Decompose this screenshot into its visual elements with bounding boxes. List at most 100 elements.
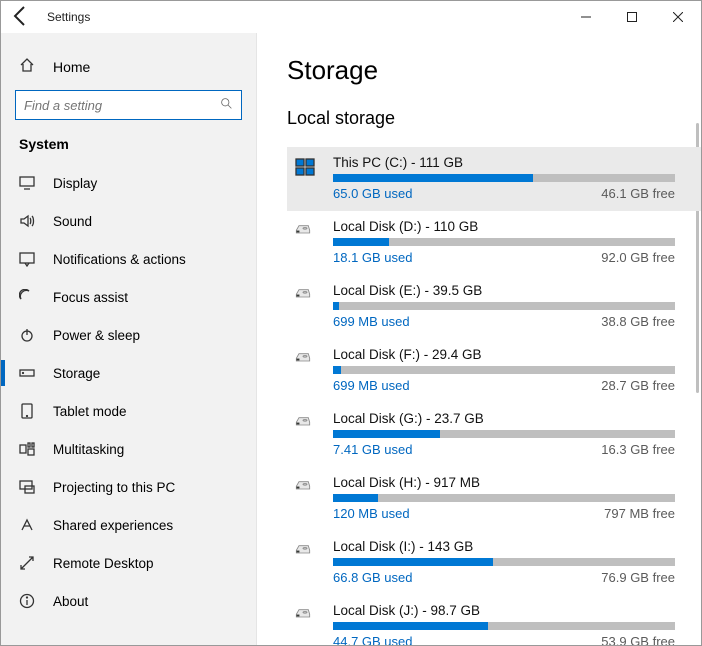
sidebar-item-storage[interactable]: Storage: [1, 354, 256, 392]
usage-bar: [333, 430, 675, 438]
maximize-button[interactable]: [609, 1, 655, 33]
disk-icon: [295, 413, 319, 437]
sidebar-item-shared-experiences[interactable]: Shared experiences: [1, 506, 256, 544]
drive-name: Local Disk (H:) - 917 MB: [333, 475, 675, 490]
disk-icon: [295, 285, 319, 309]
sidebar-item-label: About: [53, 594, 88, 609]
sidebar: Home System Display Sound: [1, 33, 257, 645]
close-button[interactable]: [655, 1, 701, 33]
free-label: 16.3 GB free: [601, 442, 675, 457]
usage-bar: [333, 302, 675, 310]
used-label: 120 MB used: [333, 506, 410, 521]
sidebar-item-notifications[interactable]: Notifications & actions: [1, 240, 256, 278]
drive-list: This PC (C:) - 111 GB 65.0 GB used 46.1 GB…: [287, 147, 701, 645]
drive-row[interactable]: Local Disk (F:) - 29.4 GB 699 MB used 28.7…: [287, 339, 701, 403]
drive-row[interactable]: Local Disk (E:) - 39.5 GB 699 MB used 38.8…: [287, 275, 701, 339]
search-box[interactable]: [15, 90, 242, 120]
used-label: 699 MB used: [333, 314, 410, 329]
search-input[interactable]: [24, 98, 220, 113]
sidebar-item-tablet-mode[interactable]: Tablet mode: [1, 392, 256, 430]
sidebar-item-label: Display: [53, 176, 97, 191]
sidebar-item-label: Power & sleep: [53, 328, 140, 343]
storage-icon: [19, 365, 35, 381]
drive-name: Local Disk (J:) - 98.7 GB: [333, 603, 675, 618]
disk-icon: [295, 605, 319, 629]
home-icon: [19, 57, 35, 76]
projecting-icon: [19, 479, 35, 495]
used-label: 699 MB used: [333, 378, 410, 393]
sidebar-item-label: Remote Desktop: [53, 556, 154, 571]
disk-icon: [295, 349, 319, 373]
focus-assist-icon: [19, 289, 35, 305]
sidebar-item-projecting[interactable]: Projecting to this PC: [1, 468, 256, 506]
tablet-icon: [19, 403, 35, 419]
usage-bar: [333, 622, 675, 630]
sidebar-item-label: Multitasking: [53, 442, 124, 457]
drive-name: Local Disk (E:) - 39.5 GB: [333, 283, 675, 298]
sidebar-item-label: Focus assist: [53, 290, 128, 305]
usage-bar: [333, 558, 675, 566]
drive-name: Local Disk (I:) - 143 GB: [333, 539, 675, 554]
drive-name: This PC (C:) - 111 GB: [333, 155, 675, 170]
sidebar-item-sound[interactable]: Sound: [1, 202, 256, 240]
sidebar-item-remote-desktop[interactable]: Remote Desktop: [1, 544, 256, 582]
used-label: 18.1 GB used: [333, 250, 413, 265]
drive-row[interactable]: Local Disk (H:) - 917 MB 120 MB used 797 M…: [287, 467, 701, 531]
drive-row[interactable]: Local Disk (D:) - 110 GB 18.1 GB used 92.0…: [287, 211, 701, 275]
disk-icon: [295, 541, 319, 565]
power-icon: [19, 327, 35, 343]
drive-row[interactable]: Local Disk (J:) - 98.7 GB 44.7 GB used 53.…: [287, 595, 701, 645]
usage-bar: [333, 366, 675, 374]
drive-name: Local Disk (D:) - 110 GB: [333, 219, 675, 234]
sidebar-item-label: Shared experiences: [53, 518, 173, 533]
section-title: Local storage: [287, 108, 701, 129]
page-title: Storage: [287, 55, 701, 86]
free-label: 797 MB free: [604, 506, 675, 521]
free-label: 53.9 GB free: [601, 634, 675, 645]
home-button[interactable]: Home: [1, 49, 256, 90]
window-title: Settings: [47, 10, 90, 24]
drive-row[interactable]: Local Disk (I:) - 143 GB 66.8 GB used 76.9…: [287, 531, 701, 595]
usage-bar: [333, 174, 675, 182]
used-label: 44.7 GB used: [333, 634, 413, 645]
drive-name: Local Disk (G:) - 23.7 GB: [333, 411, 675, 426]
free-label: 38.8 GB free: [601, 314, 675, 329]
free-label: 28.7 GB free: [601, 378, 675, 393]
sidebar-item-about[interactable]: About: [1, 582, 256, 620]
sidebar-item-label: Projecting to this PC: [53, 480, 175, 495]
about-icon: [19, 593, 35, 609]
used-label: 7.41 GB used: [333, 442, 413, 457]
used-label: 66.8 GB used: [333, 570, 413, 585]
usage-bar: [333, 494, 675, 502]
minimize-button[interactable]: [563, 1, 609, 33]
usage-bar: [333, 238, 675, 246]
group-label: System: [1, 136, 256, 164]
drive-row[interactable]: This PC (C:) - 111 GB 65.0 GB used 46.1 GB…: [287, 147, 701, 211]
shared-icon: [19, 517, 35, 533]
windows-icon: [295, 157, 319, 181]
sidebar-item-label: Notifications & actions: [53, 252, 186, 267]
remote-desktop-icon: [19, 555, 35, 571]
free-label: 76.9 GB free: [601, 570, 675, 585]
used-label: 65.0 GB used: [333, 186, 413, 201]
sidebar-item-display[interactable]: Display: [1, 164, 256, 202]
sidebar-item-label: Storage: [53, 366, 100, 381]
back-button[interactable]: [9, 4, 33, 31]
home-label: Home: [53, 59, 90, 75]
disk-icon: [295, 477, 319, 501]
sidebar-item-label: Tablet mode: [53, 404, 127, 419]
settings-window: Settings Home: [0, 0, 702, 646]
sidebar-item-power-sleep[interactable]: Power & sleep: [1, 316, 256, 354]
sidebar-item-label: Sound: [53, 214, 92, 229]
free-label: 46.1 GB free: [601, 186, 675, 201]
content-pane: Storage Local storage This PC (C:) - 111…: [257, 33, 701, 645]
titlebar: Settings: [1, 1, 701, 33]
drive-name: Local Disk (F:) - 29.4 GB: [333, 347, 675, 362]
multitasking-icon: [19, 441, 35, 457]
drive-row[interactable]: Local Disk (G:) - 23.7 GB 7.41 GB used 16.…: [287, 403, 701, 467]
display-icon: [19, 175, 35, 191]
search-icon: [220, 97, 233, 113]
sidebar-item-multitasking[interactable]: Multitasking: [1, 430, 256, 468]
free-label: 92.0 GB free: [601, 250, 675, 265]
sidebar-item-focus-assist[interactable]: Focus assist: [1, 278, 256, 316]
